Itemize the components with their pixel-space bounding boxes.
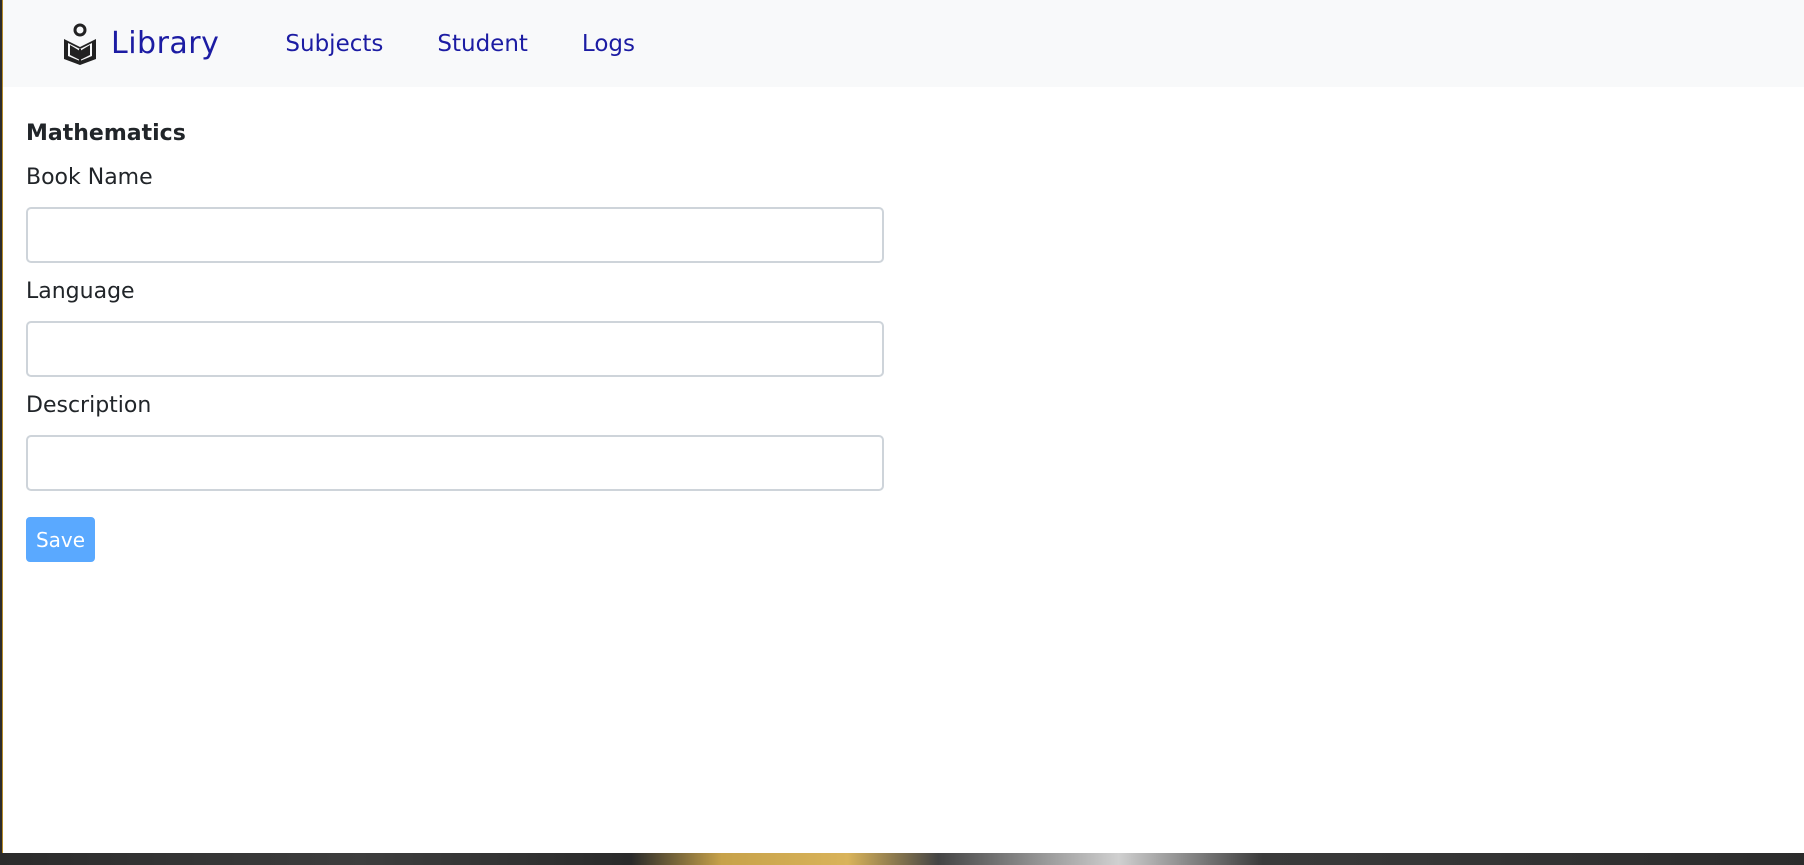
book-name-input[interactable]	[26, 207, 884, 263]
language-input[interactable]	[26, 321, 884, 377]
main-content: Mathematics Book Name Language Descripti…	[3, 117, 1804, 562]
save-button[interactable]: Save	[26, 517, 95, 562]
nav-link-student[interactable]: Student	[437, 31, 528, 57]
book-name-label: Book Name	[26, 165, 153, 190]
app-window: Library Subjects Student Logs Mathematic…	[2, 0, 1804, 853]
description-label: Description	[26, 393, 152, 418]
nav-link-logs[interactable]: Logs	[582, 31, 635, 57]
brand-link[interactable]: Library	[61, 23, 219, 65]
brand-label: Library	[111, 26, 220, 61]
navbar: Library Subjects Student Logs	[3, 0, 1804, 87]
description-input[interactable]	[26, 435, 884, 491]
nav-link-subjects[interactable]: Subjects	[285, 31, 383, 57]
book-reader-icon	[61, 23, 99, 65]
subject-title: Mathematics	[26, 121, 186, 146]
language-label: Language	[26, 279, 135, 304]
